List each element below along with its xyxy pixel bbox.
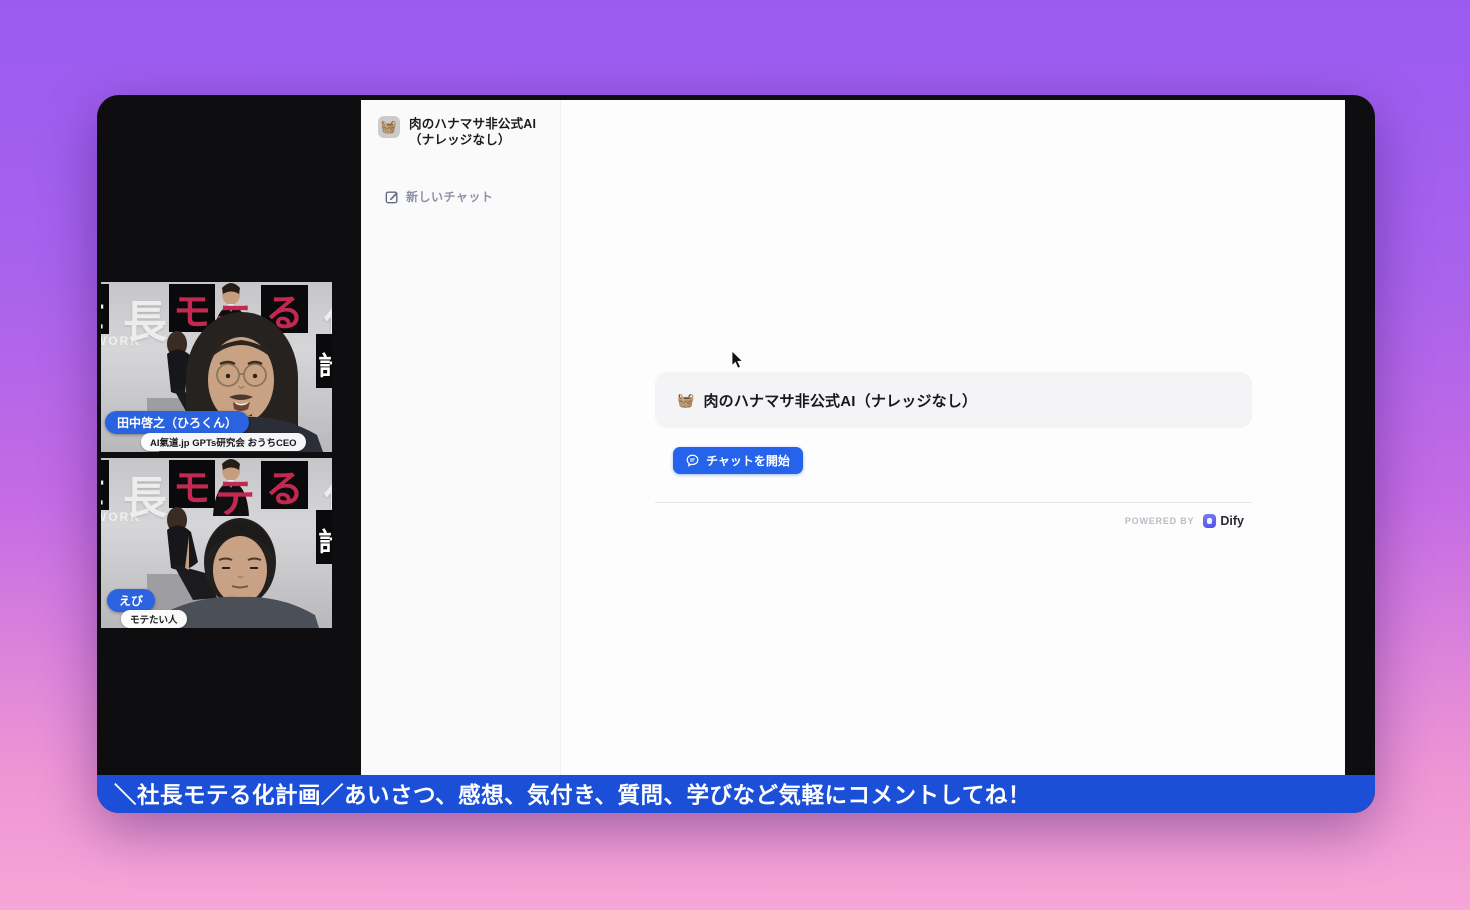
- app-title-line2: （ナレッジなし）: [409, 132, 536, 148]
- new-chat-button[interactable]: 新しいチャット: [385, 188, 493, 205]
- nametag-ebi: えび: [107, 589, 155, 612]
- dify-logo-icon: [1203, 514, 1216, 528]
- app-title: 肉のハナマサ非公式AI （ナレッジなし）: [409, 116, 536, 148]
- start-chat-button[interactable]: チャットを開始: [673, 447, 803, 474]
- app-title-line1: 肉のハナマサ非公式AI: [409, 116, 536, 132]
- compose-icon: [385, 190, 399, 204]
- powered-by-label: POWERED BY: [1125, 516, 1195, 526]
- banner-text: ＼社長モテる化計画／あいさつ、感想、気付き、質問、学びなど気軽にコメントしてね！: [114, 778, 1031, 810]
- chat-sidebar: 🧺 肉のハナマサ非公式AI （ナレッジなし） 新しいチャット: [361, 100, 561, 775]
- app-header: 🧺 肉のハナマサ非公式AI （ナレッジなし）: [378, 116, 536, 148]
- dify-brand-name: Dify: [1220, 514, 1244, 528]
- webcam-feed-ebi: WORK 仕 長 モ テ る 化 計: [101, 458, 332, 628]
- divider: [655, 502, 1252, 503]
- app-icon: 🧺: [378, 116, 400, 138]
- powered-by-row: POWERED BY Dify: [655, 514, 1252, 528]
- stream-page: { "chat_app": { "header": { "app_icon": …: [0, 0, 1470, 910]
- new-chat-label: 新しいチャット: [406, 188, 493, 205]
- nametag-tanaka: 田中啓之（ひろくん）: [105, 411, 249, 434]
- webcam-feed-tanaka: WORK 仕 長 モ テ る 化 計: [101, 282, 332, 452]
- start-chat-label: チャットを開始: [706, 452, 790, 469]
- stream-window: WORK 仕 長 モ テ る 化 計: [97, 95, 1375, 813]
- dify-logo-link[interactable]: Dify: [1203, 514, 1244, 528]
- chat-bubble-icon: [686, 454, 699, 467]
- dify-chat-app: 🧺 肉のハナマサ非公式AI （ナレッジなし） 新しいチャット 🧺 肉のハナマサ非…: [361, 100, 1345, 775]
- welcome-title: 肉のハナマサ非公式AI（ナレッジなし）: [703, 390, 977, 411]
- app-icon: 🧺: [677, 392, 694, 409]
- stream-banner: ＼社長モテる化計画／あいさつ、感想、気付き、質問、学びなど気軽にコメントしてね！: [97, 775, 1375, 813]
- mouse-cursor-icon: [731, 351, 744, 369]
- welcome-card: 🧺 肉のハナマサ非公式AI（ナレッジなし）: [655, 372, 1252, 428]
- roletag-ebi: モテたい人: [121, 610, 187, 628]
- roletag-tanaka: AI氣道.jp GPTs研究会 おうちCEO: [141, 433, 306, 451]
